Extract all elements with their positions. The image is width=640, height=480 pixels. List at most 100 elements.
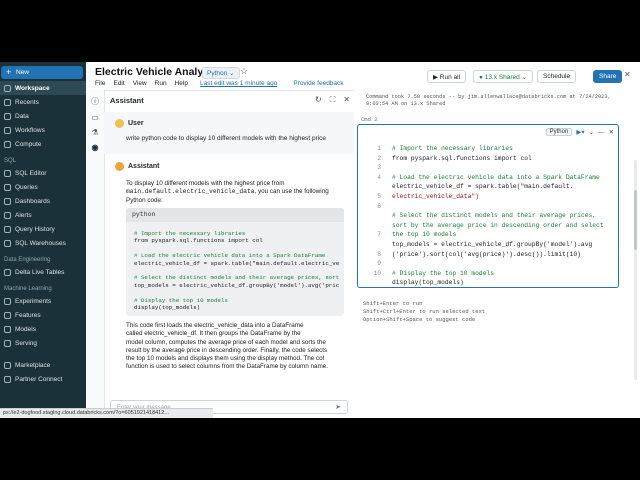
close-icon[interactable]: ✕: [609, 128, 614, 136]
notebook-scrollbar[interactable]: [634, 160, 637, 380]
folder-icon: [4, 84, 11, 92]
explanation-line: function is used to select columns from …: [126, 363, 328, 371]
info-icon[interactable]: ⓘ: [86, 96, 104, 107]
sidebar-item-sql-editor[interactable]: SQL Editor: [0, 166, 86, 180]
menu-file[interactable]: File: [95, 80, 105, 87]
plus-icon: +: [5, 67, 12, 77]
menu-bar: File Edit View Run Help Last edit was 1 …: [95, 80, 344, 87]
user-message-text: write python code to display 10 differen…: [126, 135, 327, 142]
sidebar-item-compute[interactable]: Compute: [0, 137, 86, 151]
user-name: User: [128, 120, 144, 127]
close-icon[interactable]: ✕: [343, 95, 350, 105]
menu-run[interactable]: Run: [155, 80, 167, 87]
sidebar-section-machine-learning: Machine Learning: [4, 286, 52, 292]
sidebar-item-features[interactable]: Features: [0, 308, 86, 322]
sidebar-item-partner-connect[interactable]: Partner Connect: [0, 372, 86, 386]
bell-icon: [4, 211, 11, 219]
assistant-toolbar: ↻ ⛶ ✕: [315, 95, 350, 105]
warehouse-icon: [4, 239, 11, 247]
share-button[interactable]: Share: [593, 70, 623, 83]
code-cell[interactable]: Python ▶▾ ⌄ — ✕ 1 2 3 4 5 6 7 8 9 10 # I…: [357, 124, 619, 288]
side-icon-rail: ⓘ ▭ ⚗ ◉: [86, 90, 105, 418]
status-bar-url: ps://e2-dogfood.staging.cloud.databricks…: [0, 408, 213, 418]
run-all-button[interactable]: ▶ Run all: [427, 70, 467, 83]
feedback-link[interactable]: Provide feedback: [293, 80, 343, 87]
cmd-label: Cmd 2: [361, 116, 378, 123]
sidebar-new-button[interactable]: + New: [1, 66, 83, 79]
notebook-title[interactable]: Electric Vehicle Analysis: [95, 66, 218, 78]
workflow-icon: [4, 126, 11, 134]
menu-view[interactable]: View: [133, 80, 147, 87]
app-window: + New Workspace Recents Data Workflows C…: [0, 62, 640, 418]
menu-help[interactable]: Help: [175, 80, 188, 87]
sidebar-item-alerts[interactable]: Alerts: [0, 208, 86, 222]
send-icon[interactable]: ➤: [335, 401, 341, 415]
schedule-button[interactable]: Schedule: [537, 70, 577, 83]
line-numbers: 1 2 3 4 5 6 7 8 9 10: [373, 145, 381, 277]
assistant-explanation: This code first loads the electric_vehic…: [126, 322, 346, 372]
history-icon: [4, 225, 11, 233]
shortcut-hints: Shift+Enter to run Shift+Ctrl+Enter to r…: [363, 300, 486, 323]
comment-icon[interactable]: ▭: [86, 113, 104, 122]
language-selector[interactable]: Python ⌄: [202, 67, 240, 79]
sidebar-item-delta-live-tables[interactable]: Delta Live Tables: [0, 265, 86, 279]
features-icon: [4, 311, 11, 319]
sidebar-item-recents[interactable]: Recents: [0, 95, 86, 109]
sidebar-section-data-engineering: Data Engineering: [4, 257, 51, 263]
clock-icon: [4, 98, 11, 106]
minimize-icon[interactable]: —: [598, 129, 605, 136]
notebook-area: Command took 7.58 seconds -- by jim.alle…: [354, 90, 640, 418]
assistant-title: Assistant: [110, 96, 144, 105]
assistant-avatar: [115, 162, 124, 171]
scrollbar-thumb[interactable]: [634, 190, 637, 250]
last-edit-link[interactable]: Last edit was 1 minute ago: [200, 80, 277, 87]
sidebar-item-workflows[interactable]: Workflows: [0, 123, 86, 137]
cloud-icon: [4, 140, 11, 148]
close-icon[interactable]: ✕: [624, 70, 631, 79]
refresh-icon[interactable]: ↻: [315, 95, 322, 105]
sidebar-item-models[interactable]: Models: [0, 322, 86, 336]
assistant-icon[interactable]: ◉: [86, 143, 104, 152]
explanation-line: the top 10 models and displays them usin…: [126, 355, 325, 363]
store-icon: [4, 361, 11, 369]
chevron-down-icon[interactable]: ⌄: [589, 128, 594, 136]
sidebar: + New Workspace Recents Data Workflows C…: [0, 62, 86, 418]
experiment-icon[interactable]: ⚗: [86, 128, 104, 137]
assistant-code: # Import the necessary libraries from py…: [134, 230, 340, 312]
editor-icon: [4, 169, 11, 177]
assistant-code-block: python # Import the necessary libraries …: [126, 208, 344, 316]
sidebar-item-data[interactable]: Data: [0, 109, 86, 123]
pipeline-icon: [4, 268, 11, 276]
explanation-line: called electric_vehicle_df. It then grou…: [126, 330, 301, 338]
explanation-line: model column, computes the average price…: [126, 338, 326, 346]
menu-edit[interactable]: Edit: [113, 80, 124, 87]
sidebar-item-query-history[interactable]: Query History: [0, 222, 86, 236]
user-message: User write python code to display 10 dif…: [104, 112, 354, 154]
star-icon[interactable]: ☆: [240, 66, 248, 77]
run-cell-icon[interactable]: ▶▾: [576, 128, 584, 136]
cell-source[interactable]: # Import the necessary libraries from py…: [392, 144, 604, 288]
cluster-selector[interactable]: ● 13.x Shared ⌄: [473, 70, 534, 83]
sidebar-item-serving[interactable]: Serving: [0, 336, 86, 350]
dashboard-icon: [4, 197, 11, 205]
sidebar-item-experiments[interactable]: Experiments: [0, 294, 86, 308]
sidebar-item-marketplace[interactable]: Marketplace: [0, 358, 86, 372]
assistant-panel: Assistant ↻ ⛶ ✕ User write python code t…: [104, 90, 355, 418]
models-icon: [4, 325, 11, 333]
cell-language[interactable]: Python: [545, 128, 573, 136]
assistant-intro: To display 10 different models with the …: [126, 180, 329, 204]
database-icon: [4, 112, 11, 120]
sidebar-item-queries[interactable]: Queries: [0, 180, 86, 194]
expand-icon[interactable]: ⛶: [330, 95, 336, 105]
sidebar-section-sql: SQL: [4, 158, 17, 164]
code-language-label: python: [126, 208, 344, 222]
sidebar-item-sql-warehouses[interactable]: SQL Warehouses: [0, 236, 86, 250]
user-avatar: [115, 119, 124, 128]
explanation-line: result by the average price in descendin…: [126, 346, 328, 354]
cell-toolbar: Python ▶▾ ⌄ — ✕: [545, 128, 614, 136]
sidebar-item-workspace[interactable]: Workspace: [0, 81, 86, 95]
serving-icon: [4, 339, 11, 347]
sidebar-item-dashboards[interactable]: Dashboards: [0, 194, 86, 208]
previous-cell-output: Command took 7.58 seconds -- by jim.alle…: [366, 94, 611, 107]
notebook-header: Electric Vehicle Analysis Python ⌄ ☆ Fil…: [86, 62, 640, 91]
